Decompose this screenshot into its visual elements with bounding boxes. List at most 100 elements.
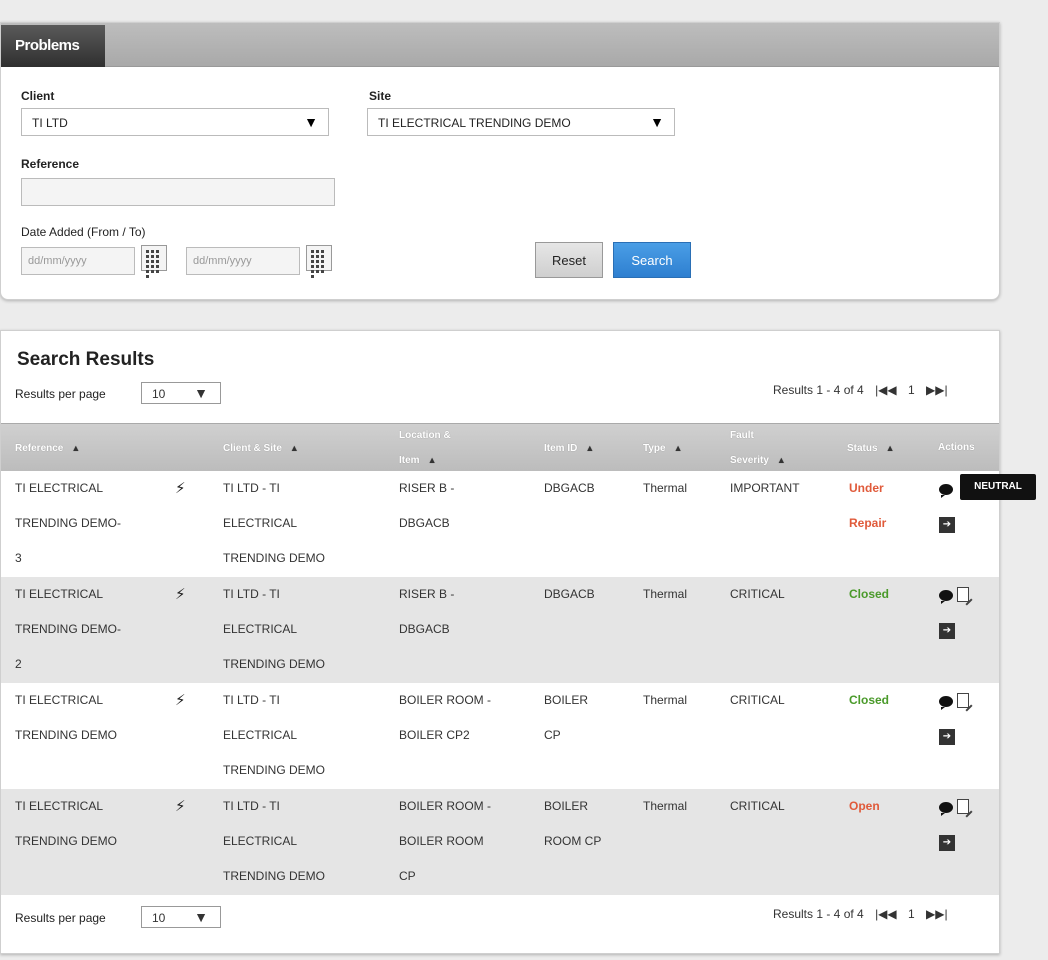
comment-icon[interactable]: [939, 696, 953, 710]
comment-icon[interactable]: [939, 802, 953, 816]
last-page-icon[interactable]: ▶|: [935, 907, 947, 921]
next-page-icon[interactable]: ▶: [926, 383, 935, 397]
chevron-down-icon: ▼: [304, 114, 318, 130]
cell-reference[interactable]: TRENDING DEMO: [15, 824, 117, 859]
date-from-input[interactable]: dd/mm/yyyy: [21, 247, 135, 275]
bolt-icon: ⚡: [175, 798, 186, 815]
bolt-icon: ⚡: [175, 692, 186, 709]
cell-severity: CRITICAL: [730, 799, 785, 813]
first-page-icon[interactable]: |◀: [875, 907, 887, 921]
pager-bottom: Results 1 - 4 of 4 |◀◀ 1 ▶▶|: [773, 907, 948, 921]
cell-reference[interactable]: TRENDING DEMO: [15, 718, 117, 753]
cell-location: DBGACB: [399, 622, 450, 636]
results-per-page-select[interactable]: 10 ▼: [141, 906, 221, 928]
site-select[interactable]: TI ELECTRICAL TRENDING DEMO ▼: [367, 108, 675, 136]
search-button[interactable]: Search: [613, 242, 691, 278]
cell-severity: CRITICAL: [730, 693, 785, 707]
cell-client-site: TRENDING DEMO: [223, 763, 325, 777]
cell-type: Thermal: [643, 587, 688, 601]
cell-reference[interactable]: TI ELECTRICAL: [15, 789, 103, 824]
results-summary: Results 1 - 4 of 4: [773, 907, 864, 921]
cell-client-site: TI LTD - TI: [223, 587, 280, 601]
first-page-icon[interactable]: |◀: [875, 383, 887, 397]
comment-icon[interactable]: [939, 590, 953, 604]
col-actions: Actions: [938, 442, 975, 453]
cell-client-site: ELECTRICAL: [223, 728, 298, 742]
cell-item-id: ROOM CP: [544, 834, 602, 848]
table-row: TI ELECTRICAL TRENDING DEMO ⚡ TI LTD - T…: [1, 789, 999, 895]
sort-icon: ▲: [71, 443, 81, 453]
cell-item-id: CP: [544, 728, 561, 742]
cell-client-site: TRENDING DEMO: [223, 869, 325, 883]
col-type[interactable]: Type ▲: [643, 436, 683, 461]
bolt-icon: ⚡: [175, 480, 186, 497]
client-label: Client: [21, 89, 55, 103]
col-location-item[interactable]: Location &: [399, 424, 451, 448]
col-client-site[interactable]: Client & Site ▲: [223, 436, 299, 461]
last-page-icon[interactable]: ▶|: [935, 383, 947, 397]
results-per-page-label: Results per page: [15, 387, 106, 401]
sort-icon: ▲: [776, 455, 786, 465]
date-to-calendar-icon[interactable]: [306, 245, 332, 278]
table-row: TI ELECTRICAL TRENDING DEMO- 3 ⚡ TI LTD …: [1, 471, 999, 577]
edit-icon[interactable]: [957, 799, 969, 814]
prev-page-icon[interactable]: ◀: [887, 907, 896, 921]
cell-reference[interactable]: TI ELECTRICAL: [15, 471, 103, 506]
date-from-calendar-icon[interactable]: [141, 245, 167, 278]
cell-reference[interactable]: 3: [15, 541, 22, 576]
tab-problems[interactable]: Problems: [1, 25, 105, 67]
table-header: Reference ▲ Client & Site ▲ Location & Ite…: [1, 423, 999, 471]
results-summary: Results 1 - 4 of 4: [773, 383, 864, 397]
status-badge: Open: [849, 799, 880, 813]
sort-icon: ▲: [585, 443, 595, 453]
cell-reference[interactable]: TI ELECTRICAL: [15, 577, 103, 612]
results-per-page-select[interactable]: 10 ▼: [141, 382, 221, 404]
prev-page-icon[interactable]: ◀: [887, 383, 896, 397]
reference-input[interactable]: [21, 178, 335, 206]
view-arrow-icon[interactable]: ➔: [939, 623, 955, 639]
cell-type: Thermal: [643, 799, 688, 813]
site-label: Site: [369, 89, 392, 103]
col-reference[interactable]: Reference ▲: [15, 436, 80, 461]
col-fault-severity-line2[interactable]: Severity ▲: [730, 448, 786, 473]
cell-client-site: ELECTRICAL: [223, 622, 298, 636]
cell-type: Thermal: [643, 693, 688, 707]
view-arrow-icon[interactable]: ➔: [939, 729, 955, 745]
results-per-page-value: 10: [152, 911, 166, 925]
cell-location: BOILER ROOM -: [399, 693, 492, 707]
sort-icon: ▲: [427, 455, 437, 465]
comment-icon[interactable]: [939, 484, 953, 498]
page-number[interactable]: 1: [908, 907, 915, 921]
status-badge: Repair: [849, 516, 887, 530]
col-status[interactable]: Status ▲: [847, 436, 894, 461]
sort-icon: ▲: [885, 443, 895, 453]
sort-icon: ▲: [289, 443, 299, 453]
reset-button[interactable]: Reset: [535, 242, 603, 278]
view-arrow-icon[interactable]: ➔: [939, 517, 955, 533]
col-fault-severity[interactable]: Fault: [730, 424, 754, 448]
view-arrow-icon[interactable]: ➔: [939, 835, 955, 851]
date-to-input[interactable]: dd/mm/yyyy: [186, 247, 300, 275]
cell-location: RISER B -: [399, 587, 455, 601]
col-location-item-line2[interactable]: Item ▲: [399, 448, 436, 473]
client-select-value: TI LTD: [32, 116, 68, 130]
cell-reference[interactable]: 2: [15, 647, 22, 682]
edit-icon[interactable]: [957, 587, 969, 602]
cell-reference[interactable]: TI ELECTRICAL: [15, 683, 103, 718]
cell-item-id: DBGACB: [544, 481, 595, 495]
edit-icon[interactable]: [957, 693, 969, 708]
cell-severity: IMPORTANT: [730, 481, 800, 495]
client-select[interactable]: TI LTD ▼: [21, 108, 329, 136]
col-item-id[interactable]: Item ID ▲: [544, 436, 594, 461]
cell-item-id: DBGACB: [544, 587, 595, 601]
cell-reference[interactable]: TRENDING DEMO-: [15, 612, 121, 647]
cell-client-site: TI LTD - TI: [223, 481, 280, 495]
tab-bar: Problems: [1, 23, 999, 67]
problems-panel: Problems Client TI LTD ▼ Site TI ELECTRI…: [0, 22, 1000, 300]
tooltip: NEUTRAL: [960, 474, 1036, 500]
cell-client-site: TI LTD - TI: [223, 799, 280, 813]
page-number[interactable]: 1: [908, 383, 915, 397]
cell-reference[interactable]: TRENDING DEMO-: [15, 506, 121, 541]
next-page-icon[interactable]: ▶: [926, 907, 935, 921]
status-badge: Closed: [849, 693, 890, 707]
